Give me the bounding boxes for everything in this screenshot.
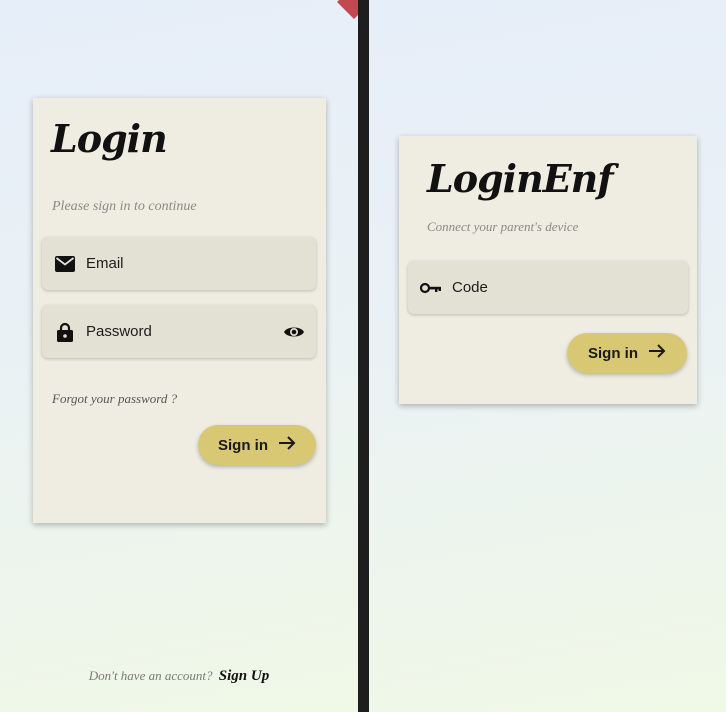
mail-icon — [54, 253, 76, 275]
child-login-screen: LoginEnf Connect your parent's device Co… — [369, 0, 726, 712]
signup-prompt: Don't have an account? Sign Up — [0, 668, 358, 685]
sign-in-button[interactable]: Sign in — [567, 333, 687, 373]
password-label: Password — [86, 323, 152, 340]
sign-in-button[interactable]: Sign in — [198, 425, 316, 465]
page-subtitle: Connect your parent's device — [427, 219, 579, 234]
arrow-right-icon — [648, 343, 666, 363]
debug-banner — [337, 0, 358, 19]
arrow-right-icon — [278, 435, 296, 455]
page-title: Login — [51, 116, 168, 161]
lock-icon — [54, 321, 76, 343]
login-card: Login Please sign in to continue Email P… — [33, 98, 326, 523]
child-login-card: LoginEnf Connect your parent's device Co… — [399, 136, 697, 404]
key-icon — [420, 277, 442, 299]
no-account-text: Don't have an account? — [88, 668, 213, 683]
sign-up-link[interactable]: Sign Up — [219, 668, 269, 684]
code-label: Code — [452, 279, 488, 296]
page-subtitle: Please sign in to continue — [52, 199, 197, 214]
sign-in-label: Sign in — [218, 436, 268, 454]
email-label: Email — [86, 255, 124, 272]
password-field[interactable]: Password — [42, 305, 316, 358]
login-screen: Login Please sign in to continue Email P… — [0, 0, 358, 712]
forgot-password-link[interactable]: Forgot your password ? — [52, 391, 177, 407]
email-field[interactable]: Email — [42, 237, 316, 290]
page-title: LoginEnf — [427, 156, 614, 201]
sign-in-label: Sign in — [588, 344, 638, 362]
code-field[interactable]: Code — [408, 261, 688, 314]
eye-icon[interactable] — [282, 320, 306, 344]
